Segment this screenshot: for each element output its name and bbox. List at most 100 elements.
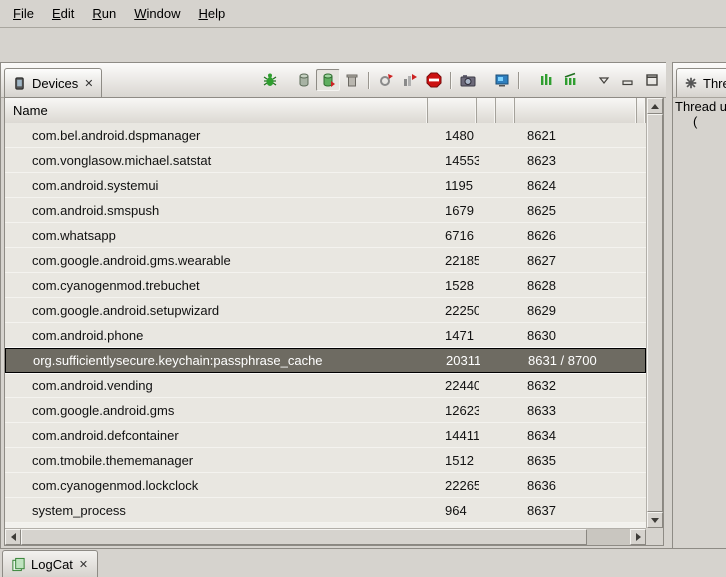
update-threads-icon[interactable] [374, 69, 398, 91]
column-header-name[interactable]: Name [5, 98, 428, 123]
logcat-strip: LogCat ✕ [0, 548, 726, 577]
menu-item-file[interactable]: File [4, 2, 43, 25]
cell-pid: 1528 [429, 278, 479, 293]
menu-item-help[interactable]: Help [189, 2, 234, 25]
cell-pid: 12623 [429, 403, 479, 418]
cell-port: 8624 [517, 178, 639, 193]
cell-port: 8630 [517, 328, 639, 343]
cell-name: com.google.android.setupwizard [5, 303, 429, 318]
table-row[interactable]: com.tmobile.thememanager 1512 8635 [5, 448, 646, 473]
table-row[interactable]: com.cyanogenmod.lockclock 22265 8636 [5, 473, 646, 498]
threads-panel: Threads ✕ Thread up ( [672, 62, 726, 550]
table-row[interactable]: com.cyanogenmod.trebuchet 1528 8628 [5, 273, 646, 298]
devices-tabbar: Devices ✕ [1, 63, 667, 98]
stop-process-icon[interactable] [422, 69, 446, 91]
devices-panel: Devices ✕ [0, 62, 668, 550]
cell-pid: 22440 [429, 378, 479, 393]
threads-tabbar: Threads ✕ [673, 63, 726, 98]
cell-port: 8623 [517, 153, 639, 168]
cell-pid: 1471 [429, 328, 479, 343]
tab-devices-label: Devices [32, 76, 78, 91]
scroll-left-button[interactable] [5, 529, 21, 545]
close-logcat-tab-icon[interactable]: ✕ [78, 558, 89, 571]
cell-pid: 964 [429, 503, 479, 518]
threads-message-line2: ( [673, 114, 726, 129]
tree-view-icon[interactable] [534, 69, 558, 91]
threads-message-line1: Thread up [673, 99, 726, 114]
table-row[interactable]: system_process 964 8637 [5, 498, 646, 523]
tab-threads-label: Threads [703, 76, 726, 91]
devices-toolbar [258, 63, 667, 97]
cell-name: com.vonglasow.michael.satstat [5, 153, 429, 168]
scroll-up-button[interactable] [647, 98, 663, 114]
cell-pid: 14411 [429, 428, 479, 443]
table-row[interactable]: com.android.smspush 1679 8625 [5, 198, 646, 223]
cell-port: 8635 [517, 453, 639, 468]
cell-name: com.whatsapp [5, 228, 429, 243]
column-header-port[interactable] [515, 98, 637, 123]
cell-pid: 1480 [429, 128, 479, 143]
cell-pid: 20311 [430, 353, 480, 368]
devices-table: Name com.bel.android.dspmanager 1480 862… [4, 97, 664, 546]
update-heap-icon[interactable] [292, 69, 316, 91]
cell-port: 8632 [517, 378, 639, 393]
cell-port: 8621 [517, 128, 639, 143]
table-row[interactable]: org.sufficientlysecure.keychain:passphra… [5, 348, 646, 373]
tab-threads[interactable]: Threads ✕ [676, 68, 726, 97]
menu-item-run[interactable]: Run [83, 2, 125, 25]
cell-port: 8636 [517, 478, 639, 493]
table-row[interactable]: com.android.systemui 1195 8624 [5, 173, 646, 198]
tab-logcat[interactable]: LogCat ✕ [2, 550, 98, 577]
vertical-scrollbar[interactable] [646, 98, 663, 528]
column-header-pid[interactable] [428, 98, 478, 123]
cell-name: com.google.android.gms.wearable [5, 253, 429, 268]
hierarchy-view-icon[interactable] [558, 69, 582, 91]
threads-icon [684, 76, 698, 90]
table-row[interactable]: com.google.android.gms.wearable 22185 86… [5, 248, 646, 273]
scroll-down-button[interactable] [647, 512, 663, 528]
debug-process-icon[interactable] [258, 69, 282, 91]
dump-hprof-icon[interactable] [316, 69, 340, 91]
table-row[interactable]: com.android.defcontainer 14411 8634 [5, 423, 646, 448]
table-row[interactable]: com.android.phone 1471 8630 [5, 323, 646, 348]
view-menu-icon[interactable] [592, 69, 616, 91]
column-header-b[interactable] [496, 98, 515, 123]
cell-pid: 1195 [429, 178, 479, 193]
cell-name: com.tmobile.thememanager [5, 453, 429, 468]
scroll-right-button[interactable] [630, 529, 646, 545]
tab-devices[interactable]: Devices ✕ [4, 68, 102, 97]
cell-port: 8634 [517, 428, 639, 443]
table-row[interactable]: com.whatsapp 6716 8626 [5, 223, 646, 248]
table-row[interactable]: com.android.vending 22440 8632 [5, 373, 646, 398]
vertical-scroll-thumb[interactable] [647, 114, 663, 512]
cause-gc-icon[interactable] [340, 69, 364, 91]
capture-video-icon[interactable] [490, 69, 514, 91]
column-header-a[interactable] [477, 98, 496, 123]
cell-name: com.android.defcontainer [5, 428, 429, 443]
table-row[interactable]: com.bel.android.dspmanager 1480 8621 [5, 123, 646, 148]
cell-pid: 1679 [429, 203, 479, 218]
close-devices-tab-icon[interactable]: ✕ [83, 77, 94, 90]
cell-name: org.sufficientlysecure.keychain:passphra… [6, 353, 430, 368]
cell-name: com.cyanogenmod.trebuchet [5, 278, 429, 293]
cell-port: 8626 [517, 228, 639, 243]
maximize-view-icon[interactable] [640, 69, 664, 91]
table-row[interactable]: com.vonglasow.michael.satstat 14553 8623 [5, 148, 646, 173]
table-row[interactable]: com.google.android.gms 12623 8633 [5, 398, 646, 423]
table-row[interactable]: com.google.android.setupwizard 22250 862… [5, 298, 646, 323]
logcat-icon [11, 557, 26, 572]
cell-port: 8637 [517, 503, 639, 518]
screen-capture-icon[interactable] [456, 69, 480, 91]
vertical-scroll-track[interactable] [647, 114, 663, 512]
menu-item-edit[interactable]: Edit [43, 2, 83, 25]
ddms-window: FileEditRunWindowHelp Devices ✕ [0, 0, 726, 577]
minimize-view-icon[interactable] [616, 69, 640, 91]
cell-name: com.bel.android.dspmanager [5, 128, 429, 143]
cell-port: 8628 [517, 278, 639, 293]
start-method-profiling-icon[interactable] [398, 69, 422, 91]
horizontal-scroll-track[interactable] [21, 529, 630, 545]
device-icon [12, 76, 27, 91]
menu-item-window[interactable]: Window [125, 2, 189, 25]
horizontal-scroll-thumb[interactable] [21, 529, 587, 545]
horizontal-scrollbar[interactable] [5, 528, 646, 545]
